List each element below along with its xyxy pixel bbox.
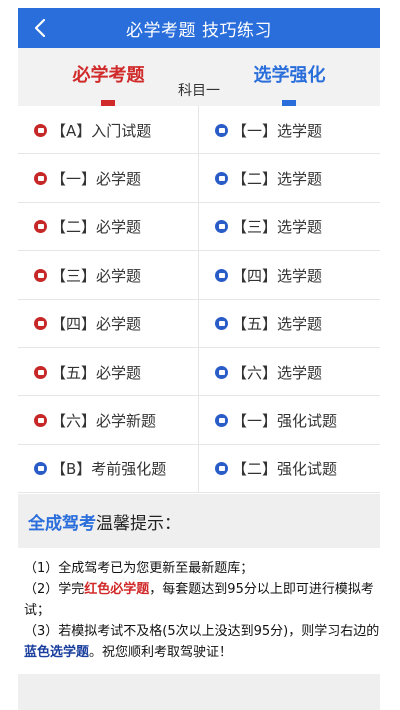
exercise-label: 【六】选学题 (232, 363, 323, 382)
exercise-label: 【一】强化试题 (232, 411, 338, 430)
book-icon (215, 317, 228, 331)
book-icon (215, 462, 228, 476)
grid-row: 【四】必学题 【五】选学题 (18, 299, 380, 348)
exercise-item[interactable]: 【五】选学题 (199, 300, 380, 348)
exercise-label: 【一】必学题 (51, 169, 142, 188)
grid-row: 【A】入门试题 【一】选学题 (18, 106, 380, 155)
exercise-label: 【五】必学题 (51, 363, 142, 382)
exercise-item[interactable]: 【四】选学题 (199, 251, 380, 299)
exercise-item[interactable]: 【二】强化试题 (199, 445, 380, 493)
exercise-label: 【四】选学题 (232, 266, 323, 285)
book-icon (34, 413, 47, 427)
exercise-item[interactable]: 【三】选学题 (199, 203, 380, 251)
grid-row: 【六】必学新题 【一】强化试题 (18, 396, 380, 445)
exercise-label: 【四】必学题 (51, 315, 142, 334)
book-icon (34, 365, 47, 379)
exercise-label: 【二】必学题 (51, 218, 142, 237)
exercise-label: 【五】选学题 (232, 315, 323, 334)
grid-row: 【五】必学题 【六】选学题 (18, 348, 380, 397)
grid-row: 【三】必学题 【四】选学题 (18, 251, 380, 300)
exercise-item[interactable]: 【A】入门试题 (18, 106, 199, 154)
header-bar: 必学考题 技巧练习 (18, 8, 380, 48)
book-icon (215, 413, 228, 427)
grid-row: 【B】考前强化题 【二】强化试题 (18, 444, 380, 494)
exercise-grid: 【A】入门试题 【一】选学题 【一】必学题 【二】选学题 【二】必学题 【三】选… (18, 106, 380, 494)
book-icon (34, 171, 47, 185)
exercise-label: 【二】选学题 (232, 169, 323, 188)
footer-band (18, 674, 380, 710)
tip-header: 全成驾考 温馨提示： (18, 494, 380, 548)
book-icon (215, 123, 228, 137)
book-icon (215, 171, 228, 185)
book-icon (34, 220, 47, 234)
category-tabs: 必学考题 选学强化 科目一 (18, 48, 380, 106)
exercise-item[interactable]: 【一】必学题 (18, 154, 199, 203)
tab-optional-label: 选学强化 (253, 65, 326, 86)
exercise-label: 【一】选学题 (232, 121, 323, 140)
tab-required-label: 必学考题 (72, 65, 145, 86)
tips-notes: （1）全成驾考已为您更新至最新题库； （2）学完红色必学题，每套题达到95分以上… (24, 558, 380, 663)
exercise-label: 【六】必学新题 (51, 411, 157, 430)
note-text: 。祝您顺利考取驾驶证！ (89, 645, 233, 660)
tip-title: 温馨提示： (96, 513, 181, 534)
book-icon (34, 123, 47, 137)
exercise-item[interactable]: 【六】必学新题 (18, 396, 199, 445)
exercise-label: 【A】入门试题 (51, 121, 152, 140)
exercise-item[interactable]: 【一】强化试题 (199, 396, 380, 444)
exercise-item[interactable]: 【一】选学题 (199, 106, 380, 154)
exercise-item[interactable]: 【三】必学题 (18, 251, 199, 300)
note-line-2: （2）学完红色必学题，每套题达到95分以上即可进行模拟考试； (24, 579, 380, 621)
grid-row: 【二】必学题 【三】选学题 (18, 202, 380, 252)
note-highlight-red: 红色必学题 (84, 582, 150, 597)
note-highlight-blue: 蓝色选学题 (24, 645, 90, 660)
book-icon (215, 220, 228, 234)
exercise-item[interactable]: 【B】考前强化题 (18, 444, 199, 493)
back-button[interactable] (26, 14, 54, 42)
book-icon (34, 462, 47, 476)
book-icon (215, 365, 228, 379)
chevron-left-icon (34, 18, 46, 38)
grid-row: 【一】必学题 【二】选学题 (18, 154, 380, 203)
exercise-label: 【三】必学题 (51, 266, 142, 285)
exercise-label: 【三】选学题 (232, 218, 323, 237)
book-icon (34, 268, 47, 282)
exercise-label: 【二】强化试题 (232, 460, 338, 479)
note-line-3: （3）若模拟考试不及格(5次以上没达到95分)，则学习右边的蓝色选学题。祝您顺利… (24, 621, 380, 663)
exercise-item[interactable]: 【二】选学题 (199, 154, 380, 202)
book-icon (34, 317, 47, 331)
exercise-item[interactable]: 【四】必学题 (18, 299, 199, 348)
note-text: （2）学完 (24, 582, 85, 597)
page-title: 必学考题 技巧练习 (126, 20, 272, 41)
exercise-label: 【B】考前强化题 (51, 460, 167, 479)
exercise-item[interactable]: 【六】选学题 (199, 348, 380, 396)
book-icon (215, 268, 228, 282)
exercise-item[interactable]: 【五】必学题 (18, 348, 199, 396)
note-text: （3）若模拟考试不及格(5次以上没达到95分)，则学习右边的 (24, 624, 380, 639)
tip-brand: 全成驾考 (28, 513, 96, 534)
exercise-item[interactable]: 【二】必学题 (18, 202, 199, 251)
note-line-1: （1）全成驾考已为您更新至最新题库； (24, 561, 254, 576)
subject-label: 科目一 (178, 83, 220, 99)
